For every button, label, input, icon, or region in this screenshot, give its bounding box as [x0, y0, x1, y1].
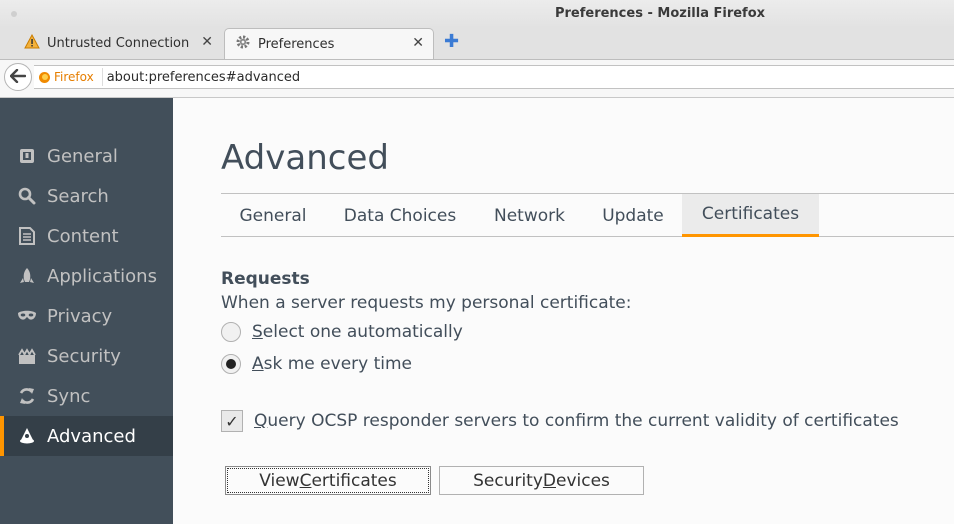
- general-icon: [17, 146, 37, 166]
- sidebar-item-label: Search: [47, 185, 109, 207]
- security-devices-button[interactable]: Security Devices: [439, 466, 644, 495]
- sidebar-item-advanced[interactable]: Advanced: [0, 416, 173, 456]
- sidebar-item-general[interactable]: General: [0, 136, 173, 176]
- ocsp-label: Query OCSP responder servers to confirm …: [254, 411, 899, 431]
- categories-sidebar: General Search Content Applications Priv…: [0, 98, 173, 524]
- sidebar-item-content[interactable]: Content: [0, 216, 173, 256]
- identity-label: Firefox: [54, 70, 94, 84]
- security-icon: [17, 346, 37, 366]
- radio-ask-every-time[interactable]: Ask me every time: [221, 351, 412, 377]
- sidebar-item-label: Security: [47, 345, 121, 367]
- tab-close-icon[interactable]: ✕: [201, 34, 213, 50]
- tab-network[interactable]: Network: [475, 194, 584, 237]
- tab-general[interactable]: General: [221, 194, 325, 237]
- radio-button-checked[interactable]: [221, 354, 241, 374]
- sidebar-item-security[interactable]: Security: [0, 336, 173, 376]
- page-title: Advanced: [221, 138, 389, 178]
- sidebar-item-label: General: [47, 145, 118, 167]
- view-certificates-button[interactable]: View Certificates: [225, 466, 431, 495]
- radio-button[interactable]: [221, 322, 241, 342]
- tab-data-choices[interactable]: Data Choices: [325, 194, 475, 237]
- advanced-icon: [17, 426, 37, 446]
- sidebar-item-sync[interactable]: Sync: [0, 376, 173, 416]
- ocsp-checkbox-row[interactable]: ✓ Query OCSP responder servers to confir…: [221, 408, 899, 434]
- warning-icon: [24, 33, 40, 53]
- radio-label: Ask me every time: [252, 354, 413, 374]
- sidebar-item-label: Advanced: [47, 425, 136, 447]
- tab-label: Untrusted Connection: [47, 35, 190, 51]
- sidebar-item-label: Sync: [47, 385, 91, 407]
- sidebar-item-label: Content: [47, 225, 119, 247]
- navigation-toolbar: Firefox about:preferences#advanced: [0, 60, 954, 98]
- sidebar-item-label: Privacy: [47, 305, 113, 327]
- window-titlebar: Preferences - Mozilla Firefox: [0, 0, 954, 28]
- tab-update[interactable]: Update: [584, 194, 682, 237]
- sync-icon: [17, 386, 37, 406]
- window-title: Preferences - Mozilla Firefox: [554, 6, 766, 21]
- content-icon: [17, 226, 37, 246]
- ocsp-checkbox[interactable]: ✓: [221, 410, 243, 432]
- url-bar[interactable]: Firefox about:preferences#advanced: [34, 65, 954, 89]
- requests-description: When a server requests my personal certi…: [221, 293, 632, 313]
- requests-heading: Requests: [221, 269, 310, 289]
- url-text[interactable]: about:preferences#advanced: [103, 70, 300, 85]
- tab-certificates[interactable]: Certificates: [682, 194, 819, 237]
- radio-label: Select one automatically: [252, 322, 463, 342]
- tab-strip: Untrusted Connection ✕ Preferences ✕ ✚: [0, 28, 954, 60]
- applications-icon: [17, 266, 37, 286]
- preferences-pane: Advanced General Data Choices Network Up…: [173, 98, 954, 524]
- back-button[interactable]: [4, 63, 32, 91]
- sidebar-item-search[interactable]: Search: [0, 176, 173, 216]
- privacy-mask-icon: [17, 306, 37, 326]
- radio-select-automatically[interactable]: Select one automatically: [221, 319, 463, 345]
- tab-untrusted-connection[interactable]: Untrusted Connection ✕: [14, 28, 222, 58]
- sidebar-item-applications[interactable]: Applications: [0, 256, 173, 296]
- search-icon: [17, 186, 37, 206]
- new-tab-icon[interactable]: ✚: [444, 31, 459, 52]
- identity-box[interactable]: Firefox: [34, 68, 103, 86]
- tab-label: Preferences: [258, 36, 335, 52]
- tab-close-icon[interactable]: ✕: [412, 35, 424, 51]
- tab-preferences[interactable]: Preferences ✕: [224, 28, 434, 59]
- back-arrow-icon: [9, 68, 27, 87]
- advanced-subtabs: General Data Choices Network Update Cert…: [221, 193, 954, 237]
- gear-icon: [235, 34, 251, 54]
- sidebar-item-label: Applications: [47, 265, 157, 287]
- firefox-logo-icon: [39, 71, 50, 83]
- sidebar-item-privacy[interactable]: Privacy: [0, 296, 173, 336]
